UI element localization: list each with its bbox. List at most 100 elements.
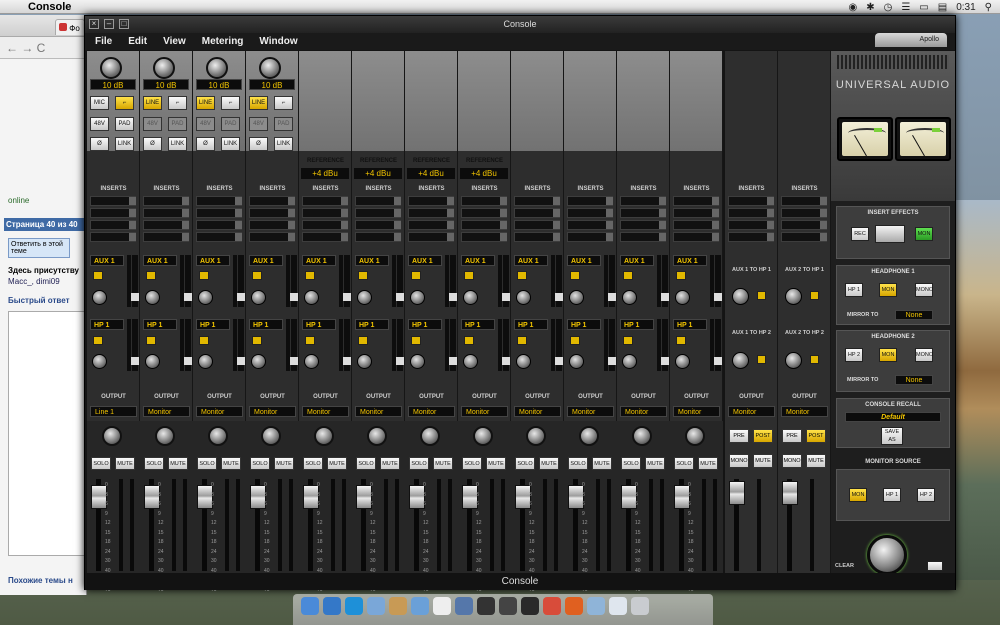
line-button[interactable]: LINE <box>143 96 162 110</box>
monitor-level-knob[interactable] <box>867 535 907 575</box>
hp-send-enable[interactable] <box>676 336 686 345</box>
aux1-pre-button[interactable]: PRE <box>729 429 749 443</box>
link-button[interactable]: LINK <box>115 137 134 151</box>
hp2-button[interactable]: HP 2 <box>845 348 863 362</box>
hp-send-enable[interactable] <box>358 336 368 345</box>
aux-send-knob[interactable] <box>92 290 107 305</box>
pan-knob[interactable] <box>526 426 546 446</box>
quick-reply-textarea[interactable] <box>8 311 86 556</box>
aux-send-enable[interactable] <box>464 271 474 280</box>
insert-slots[interactable] <box>514 196 560 242</box>
aux-send-fader[interactable] <box>290 255 298 307</box>
solo-button[interactable]: SOLO <box>144 457 164 470</box>
hp-send-enable[interactable] <box>146 336 156 345</box>
menu-file[interactable]: File <box>95 33 112 50</box>
hp-send-fader[interactable] <box>608 319 616 371</box>
bluetooth-icon[interactable]: ✱ <box>866 2 874 13</box>
output-select[interactable]: Line 1 <box>90 406 137 417</box>
pan-knob[interactable] <box>102 426 122 446</box>
hp-send-knob[interactable] <box>357 354 372 369</box>
low-cut-button[interactable]: ⌐ <box>168 96 187 110</box>
pad-button[interactable]: PAD <box>274 117 293 131</box>
hp1-mon-button[interactable]: MON <box>879 283 897 297</box>
pad-button[interactable]: PAD <box>168 117 187 131</box>
output-select[interactable]: Monitor <box>408 406 455 417</box>
insert-slots[interactable] <box>461 196 507 242</box>
low-cut-button[interactable]: ⌐ <box>274 96 293 110</box>
solo-button[interactable]: SOLO <box>356 457 376 470</box>
aux-send-knob[interactable] <box>675 290 690 305</box>
save-as-button[interactable]: SAVE AS <box>881 427 903 445</box>
aux-send-enable[interactable] <box>623 271 633 280</box>
pan-knob[interactable] <box>632 426 652 446</box>
hp-send-knob[interactable] <box>304 354 319 369</box>
hp-send-select[interactable]: HP 1 <box>90 319 124 330</box>
mute-button[interactable]: MUTE <box>115 457 135 470</box>
insert-slots[interactable] <box>143 196 189 242</box>
aux1-mono-button[interactable]: MONO <box>729 454 749 468</box>
solo-button[interactable]: SOLO <box>303 457 323 470</box>
solo-button[interactable]: SOLO <box>621 457 641 470</box>
hp-send-knob[interactable] <box>198 354 213 369</box>
mute-button[interactable]: MUTE <box>274 457 294 470</box>
menu-metering[interactable]: Metering <box>202 33 244 50</box>
phantom-48v-button[interactable]: 48V <box>249 117 268 131</box>
low-cut-button[interactable]: ⌐ <box>115 96 134 110</box>
phantom-48v-button[interactable]: 48V <box>196 117 215 131</box>
aux-send-fader[interactable] <box>555 255 563 307</box>
hp-send-select[interactable]: HP 1 <box>302 319 336 330</box>
aux1-hp1-knob[interactable] <box>732 288 749 305</box>
hp-send-enable[interactable] <box>199 336 209 345</box>
link-button[interactable]: LINK <box>221 137 240 151</box>
aux-send-enable[interactable] <box>305 271 315 280</box>
aux-send-knob[interactable] <box>251 290 266 305</box>
hp-send-select[interactable]: HP 1 <box>355 319 389 330</box>
aux-send-enable[interactable] <box>146 271 156 280</box>
browser-tab[interactable]: Фо <box>55 19 85 35</box>
aux1-hp2-enable[interactable] <box>757 355 766 364</box>
output-select[interactable]: Monitor <box>514 406 561 417</box>
phase-button[interactable]: Ø <box>196 137 215 151</box>
line-button[interactable]: LINE <box>196 96 215 110</box>
mic-button[interactable]: MIC <box>90 96 109 110</box>
monitor-source-mon[interactable]: MON <box>849 488 867 502</box>
itunes-icon[interactable] <box>499 597 517 615</box>
hp1-button[interactable]: HP 1 <box>845 283 863 297</box>
insert-slots[interactable] <box>781 196 827 242</box>
monitor-source-hp1[interactable]: HP 1 <box>883 488 901 502</box>
mon-button[interactable]: MON <box>915 227 933 241</box>
output-select[interactable]: Monitor <box>567 406 614 417</box>
hp-send-select[interactable]: HP 1 <box>567 319 601 330</box>
insert-slots[interactable] <box>249 196 295 242</box>
solo-button[interactable]: SOLO <box>197 457 217 470</box>
mute-button[interactable]: MUTE <box>645 457 665 470</box>
aux-send-fader[interactable] <box>714 255 722 307</box>
present-users[interactable]: Масс_, dimi09 <box>8 277 60 286</box>
mute-button[interactable]: MUTE <box>221 457 241 470</box>
hp-send-enable[interactable] <box>93 336 103 345</box>
hp-send-knob[interactable] <box>92 354 107 369</box>
aux-send-select[interactable]: AUX 1 <box>461 255 495 266</box>
hp-send-knob[interactable] <box>569 354 584 369</box>
output-select[interactable]: Monitor <box>196 406 243 417</box>
hp-send-fader[interactable] <box>396 319 404 371</box>
solo-button[interactable]: SOLO <box>568 457 588 470</box>
aux-send-fader[interactable] <box>343 255 351 307</box>
chrome-icon[interactable] <box>543 597 561 615</box>
aux-send-knob[interactable] <box>516 290 531 305</box>
aux-send-enable[interactable] <box>358 271 368 280</box>
low-cut-button[interactable]: ⌐ <box>221 96 240 110</box>
preview-icon[interactable] <box>411 597 429 615</box>
insert-slots[interactable] <box>567 196 613 242</box>
aux-send-select[interactable]: AUX 1 <box>302 255 336 266</box>
hp-send-select[interactable]: HP 1 <box>514 319 548 330</box>
aux2-hp2-knob[interactable] <box>785 352 802 369</box>
aux-send-select[interactable]: AUX 1 <box>90 255 124 266</box>
aux2-mute-button[interactable]: MUTE <box>806 454 826 468</box>
aux-send-select[interactable]: AUX 1 <box>567 255 601 266</box>
hp-send-fader[interactable] <box>714 319 722 371</box>
aux2-mono-button[interactable]: MONO <box>782 454 802 468</box>
aux-send-fader[interactable] <box>131 255 139 307</box>
hp-send-fader[interactable] <box>661 319 669 371</box>
browser-nav[interactable]: ← → C <box>0 37 86 59</box>
